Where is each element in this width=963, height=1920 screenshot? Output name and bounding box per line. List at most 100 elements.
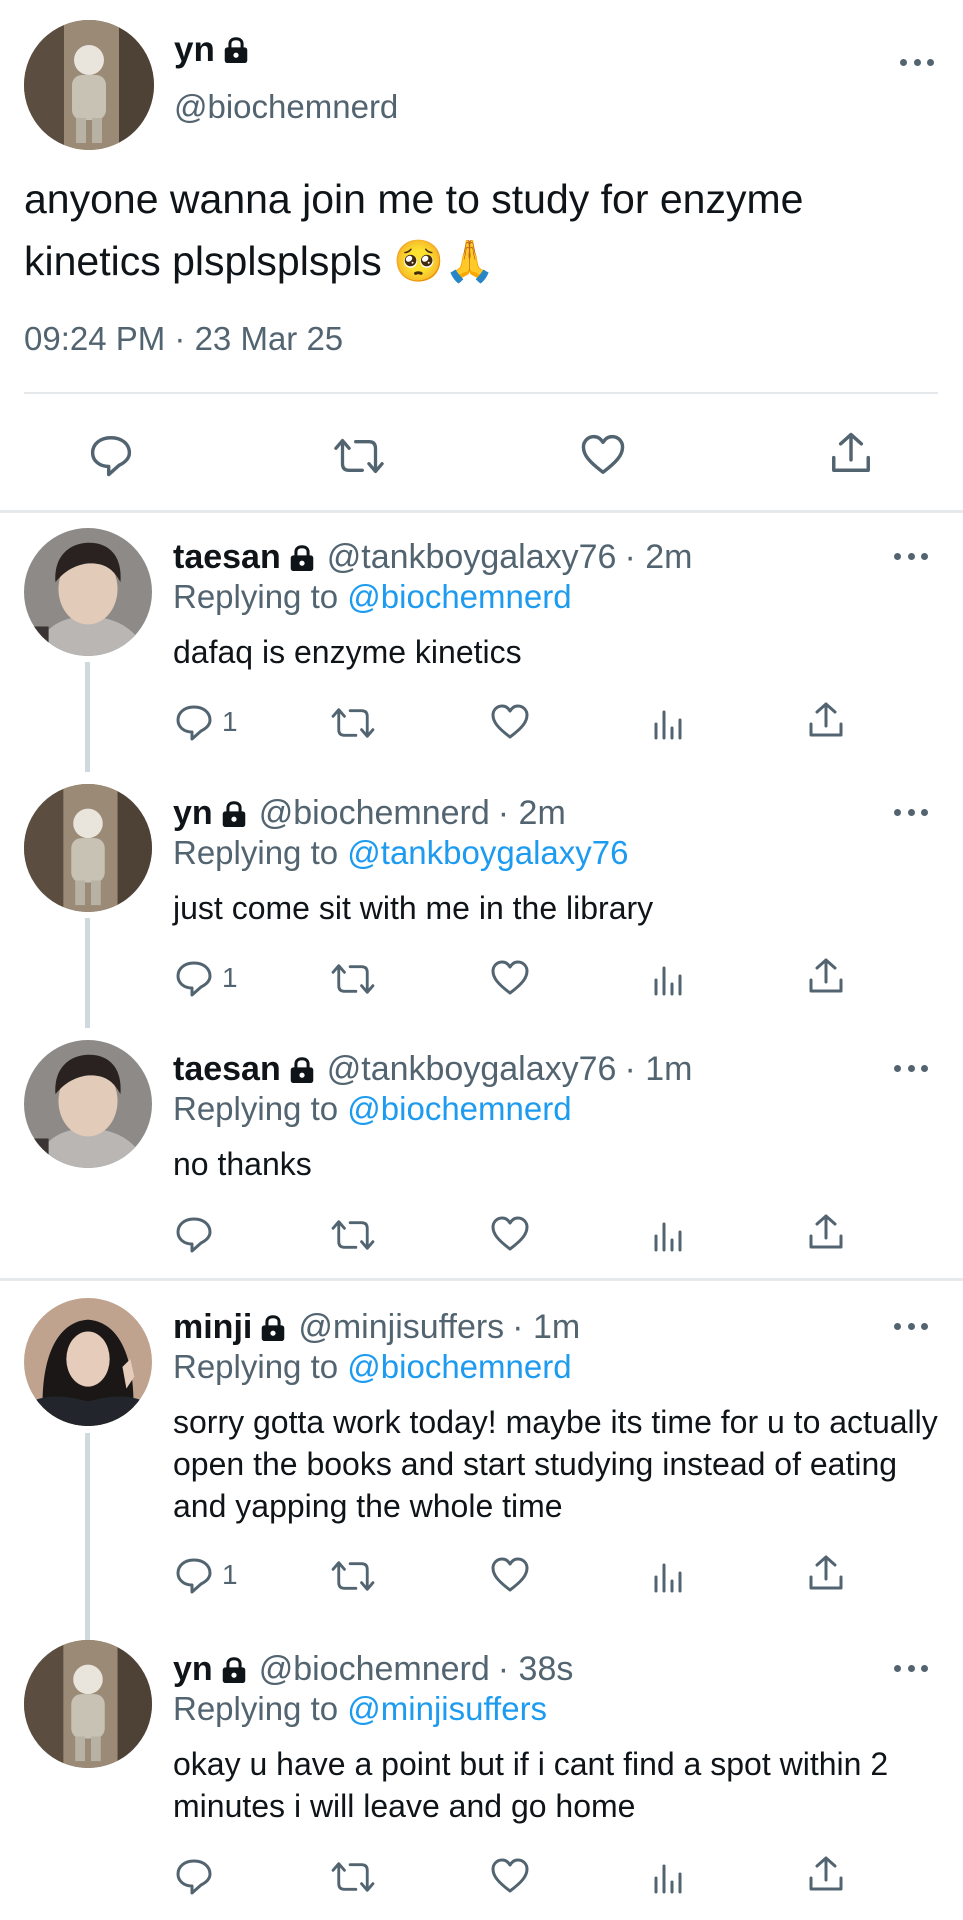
views-button[interactable] <box>648 1555 688 1595</box>
retweet-icon <box>330 1858 376 1896</box>
reply-icon <box>174 958 214 998</box>
author-handle[interactable]: @biochemnerd <box>174 88 398 126</box>
author-name[interactable]: yn <box>173 794 213 833</box>
reply-text: okay u have a point but if i cant find a… <box>173 1746 889 1824</box>
retweet-button[interactable] <box>332 434 386 478</box>
reply-icon <box>174 1555 214 1595</box>
reply-button[interactable] <box>174 1214 222 1254</box>
avatar[interactable] <box>24 1640 152 1768</box>
author-name-text: yn <box>174 30 215 69</box>
share-icon <box>806 1854 846 1894</box>
views-icon <box>648 702 688 742</box>
author-handle[interactable]: @tankboygalaxy76 <box>327 1050 617 1089</box>
section-divider <box>0 1278 963 1281</box>
reply-text: dafaq is enzyme kinetics <box>173 634 522 670</box>
share-button[interactable] <box>806 1854 846 1894</box>
share-button[interactable] <box>806 1212 846 1252</box>
retweet-button[interactable] <box>330 1858 376 1896</box>
reply-icon <box>88 432 134 478</box>
reply-button[interactable]: 1 <box>174 1555 238 1595</box>
like-button[interactable] <box>490 702 530 742</box>
tweet-text: anyone wanna join me to study for enzyme… <box>24 176 804 284</box>
avatar[interactable] <box>24 1298 152 1426</box>
views-button[interactable] <box>648 958 688 998</box>
more-icon[interactable] <box>894 1320 928 1332</box>
author-handle[interactable]: @minjisuffers <box>298 1308 504 1347</box>
thread-line <box>85 662 90 772</box>
tweet-actions <box>0 420 963 490</box>
author-name[interactable]: yn <box>173 1650 213 1689</box>
replying-to-link[interactable]: @biochemnerd <box>347 1090 571 1127</box>
tweet-timestamp[interactable]: 09:24 PM · 23 Mar 25 <box>24 320 343 358</box>
replying-to-link[interactable]: @minjisuffers <box>347 1690 547 1727</box>
retweet-icon <box>330 1557 376 1595</box>
author-handle[interactable]: @biochemnerd <box>259 794 490 833</box>
more-icon[interactable] <box>900 56 934 68</box>
like-icon <box>490 1555 530 1595</box>
replying-label: Replying to <box>173 1348 339 1385</box>
views-button[interactable] <box>648 1214 688 1254</box>
avatar[interactable] <box>24 784 152 912</box>
like-button[interactable] <box>490 958 530 998</box>
avatar[interactable] <box>24 528 152 656</box>
reply-button[interactable]: 1 <box>174 958 238 998</box>
share-button[interactable] <box>806 956 846 996</box>
views-button[interactable] <box>648 702 688 742</box>
retweet-button[interactable] <box>330 1557 376 1595</box>
reply-text: sorry gotta work today! maybe its time f… <box>173 1404 938 1524</box>
share-button[interactable] <box>806 1553 846 1593</box>
replying-to-link[interactable]: @tankboygalaxy76 <box>347 834 628 871</box>
more-icon[interactable] <box>894 1662 928 1674</box>
share-icon <box>806 700 846 740</box>
lock-icon <box>260 1314 286 1342</box>
like-icon <box>490 958 530 998</box>
reply-time: · 1m <box>624 1050 693 1088</box>
reply-button[interactable]: 1 <box>174 702 238 742</box>
replying-label: Replying to <box>173 834 339 871</box>
retweet-button[interactable] <box>330 704 376 742</box>
replying-to-link[interactable]: @biochemnerd <box>347 1348 571 1385</box>
lock-icon <box>289 544 315 572</box>
share-button[interactable] <box>806 700 846 740</box>
views-icon <box>648 1856 688 1896</box>
retweet-button[interactable] <box>330 1216 376 1254</box>
more-icon[interactable] <box>894 1062 928 1074</box>
reply-button[interactable] <box>88 432 134 478</box>
replying-label: Replying to <box>173 1090 339 1127</box>
like-button[interactable] <box>490 1856 530 1896</box>
like-button[interactable] <box>490 1555 530 1595</box>
reply-count: 1 <box>222 706 238 737</box>
reply-icon <box>174 702 214 742</box>
share-button[interactable] <box>828 430 874 476</box>
author-name[interactable]: yn <box>174 30 249 70</box>
share-icon <box>806 956 846 996</box>
reply-icon <box>174 1214 214 1254</box>
replying-to-link[interactable]: @biochemnerd <box>347 578 571 615</box>
reply-time: · 1m <box>512 1308 581 1346</box>
author-handle[interactable]: @biochemnerd <box>259 1650 490 1689</box>
avatar[interactable] <box>24 1040 152 1168</box>
author-handle[interactable]: @tankboygalaxy76 <box>327 538 617 577</box>
section-divider <box>0 510 963 513</box>
like-icon <box>580 432 626 478</box>
author-name[interactable]: minji <box>173 1308 252 1347</box>
views-button[interactable] <box>648 1856 688 1896</box>
avatar[interactable] <box>24 20 154 150</box>
retweet-icon <box>330 960 376 998</box>
like-button[interactable] <box>580 432 626 478</box>
replying-label: Replying to <box>173 578 339 615</box>
more-icon[interactable] <box>894 806 928 818</box>
reply-text: just come sit with me in the library <box>173 890 654 926</box>
like-icon <box>490 702 530 742</box>
retweet-button[interactable] <box>330 960 376 998</box>
author-name[interactable]: taesan <box>173 538 281 577</box>
views-icon <box>648 958 688 998</box>
like-button[interactable] <box>490 1214 530 1254</box>
reply-text: no thanks <box>173 1146 312 1182</box>
more-icon[interactable] <box>894 550 928 562</box>
reply-count: 1 <box>222 1559 238 1590</box>
lock-icon <box>223 36 249 64</box>
reply-button[interactable] <box>174 1856 222 1896</box>
author-name[interactable]: taesan <box>173 1050 281 1089</box>
divider <box>24 392 938 394</box>
